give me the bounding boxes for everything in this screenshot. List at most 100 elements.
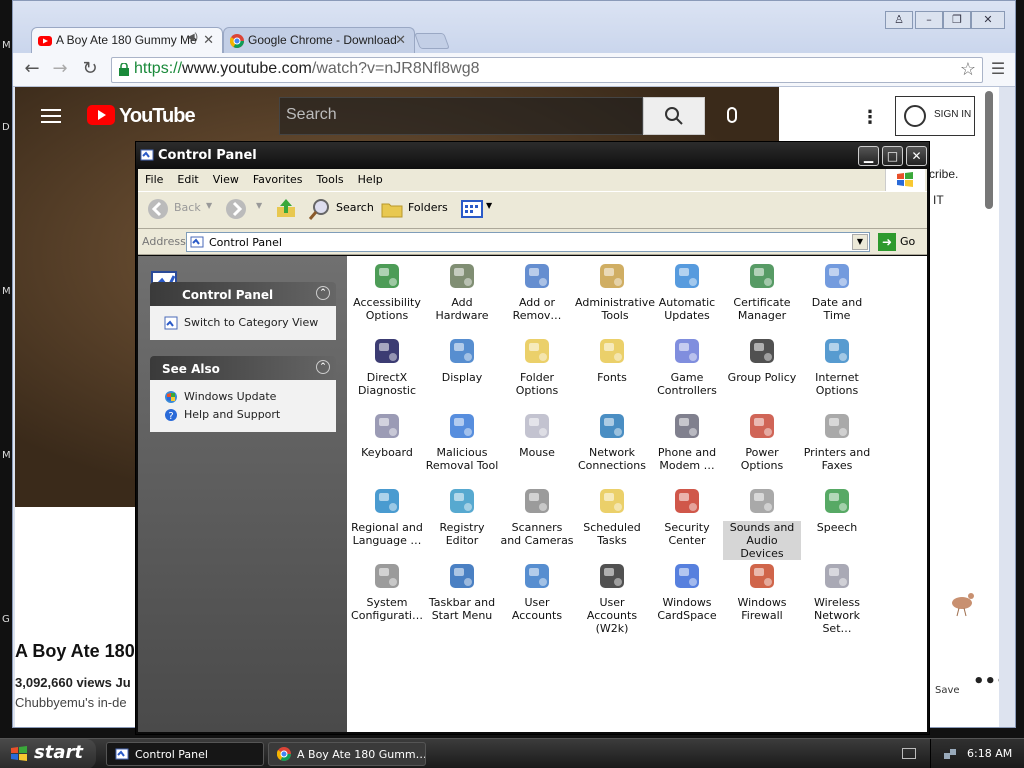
control-panel-item[interactable]: Folder Options (498, 335, 576, 397)
control-panel-item[interactable]: Security Center (648, 485, 726, 547)
forward-dropdown-icon[interactable]: ▼ (256, 201, 262, 210)
search-button[interactable] (643, 97, 705, 135)
control-panel-item[interactable]: System Configurati… (348, 560, 426, 622)
close-window-button[interactable]: ✕ (971, 11, 1005, 29)
bookmark-star-icon[interactable]: ☆ (960, 59, 976, 80)
profile-icon[interactable]: ♙ (885, 11, 913, 29)
menu-edit[interactable]: Edit (170, 169, 205, 190)
menu-file[interactable]: File (138, 169, 170, 190)
control-panel-item[interactable]: Display (423, 335, 501, 384)
panel-header[interactable]: See Also ⌃ (150, 356, 336, 380)
control-panel-item[interactable]: Fonts (573, 335, 651, 384)
title-bar[interactable]: Control Panel ▁ □ ✕ (136, 142, 929, 169)
control-panel-item[interactable]: Windows Firewall (723, 560, 801, 622)
clock[interactable]: 6:18 AM (967, 747, 1012, 760)
taskbar-start-icon (446, 560, 478, 592)
maximize-button[interactable]: □ (882, 146, 903, 166)
menu-help[interactable]: Help (351, 169, 390, 190)
search-button[interactable]: Search (336, 201, 374, 214)
back-arrow-icon[interactable]: ← (21, 59, 43, 81)
folders-button[interactable]: Folders (408, 201, 448, 214)
control-panel-item[interactable]: Scheduled Tasks (573, 485, 651, 547)
control-panel-item[interactable]: Keyboard (348, 410, 426, 459)
page-scrollbar[interactable] (985, 91, 993, 209)
address-dropdown-icon[interactable]: ▼ (852, 234, 868, 250)
control-panel-item[interactable]: DirectX Diagnostic (348, 335, 426, 397)
menu-favorites[interactable]: Favorites (246, 169, 310, 190)
control-panel-item[interactable]: Registry Editor (423, 485, 501, 547)
close-tab-icon[interactable]: ✕ (395, 32, 406, 48)
minimize-button[interactable]: ▁ (858, 146, 879, 166)
youtube-logo-icon[interactable] (87, 105, 115, 125)
start-button[interactable]: start (0, 739, 96, 768)
reload-icon[interactable]: ↻ (79, 59, 101, 81)
microphone-icon[interactable] (727, 107, 737, 123)
security-center-icon (671, 485, 703, 517)
control-panel-item[interactable]: Internet Options (798, 335, 876, 397)
control-panel-item[interactable]: Network Connections (573, 410, 651, 472)
control-panel-item[interactable]: Game Controllers (648, 335, 726, 397)
control-panel-item[interactable]: Power Options (723, 410, 801, 472)
control-panel-item[interactable]: Accessibility Options (348, 260, 426, 322)
back-dropdown-icon[interactable]: ▼ (206, 201, 212, 210)
search-input[interactable]: Search (279, 97, 643, 135)
back-button[interactable]: Back (174, 201, 201, 214)
new-tab-button[interactable] (414, 33, 450, 49)
control-panel-item[interactable]: Phone and Modem … (648, 410, 726, 472)
network-tray-icon[interactable] (943, 747, 957, 761)
taskbar-button-chrome[interactable]: A Boy Ate 180 Gumm… (268, 742, 426, 766)
control-panel-item[interactable]: Group Policy (723, 335, 801, 384)
search-icon (308, 199, 329, 220)
menu-view[interactable]: View (206, 169, 246, 190)
control-panel-item[interactable]: Malicious Removal Tool (423, 410, 501, 472)
control-panel-item[interactable]: Add Hardware (423, 260, 501, 322)
close-tab-icon[interactable]: ✕ (203, 32, 214, 48)
control-panel-item[interactable]: Speech (798, 485, 876, 534)
forward-icon[interactable] (224, 197, 248, 221)
folders-icon (381, 203, 403, 218)
control-panel-item[interactable]: Scanners and Cameras (498, 485, 576, 547)
collapse-chevron-icon[interactable]: ⌃ (316, 360, 330, 374)
sign-in-button[interactable]: SIGN IN (895, 96, 975, 136)
more-actions-icon[interactable]: ••• (973, 671, 999, 692)
close-button[interactable]: ✕ (906, 146, 927, 166)
tab-chrome-download[interactable]: Google Chrome - Download ✕ (223, 27, 415, 53)
control-panel-item[interactable]: Sounds and Audio Devices (723, 485, 801, 560)
menu-tools[interactable]: Tools (310, 169, 351, 190)
control-panel-item[interactable]: User Accounts (W2k) (573, 560, 651, 635)
control-panel-item[interactable]: Wireless Network Set… (798, 560, 876, 635)
control-panel-item[interactable]: Printers and Faxes (798, 410, 876, 472)
tab-youtube[interactable]: A Boy Ate 180 Gummy Me ◀) ✕ (31, 27, 223, 53)
control-panel-item[interactable]: Automatic Updates (648, 260, 726, 322)
control-panel-item[interactable]: Regional and Language … (348, 485, 426, 547)
more-options-icon[interactable]: ⋮ (861, 107, 879, 128)
control-panel-item[interactable]: Administrative Tools (573, 260, 655, 322)
up-folder-icon[interactable] (274, 197, 298, 221)
control-panel-item[interactable]: Add or Remov… (498, 260, 576, 322)
restore-button[interactable]: ❐ (943, 11, 971, 29)
control-panel-item[interactable]: Certificate Manager (723, 260, 801, 322)
address-input[interactable]: Control Panel ▼ (186, 232, 870, 252)
address-bar[interactable]: https://www.youtube.com/watch?v=nJR8Nfl8… (111, 57, 983, 83)
forward-arrow-icon[interactable]: → (49, 59, 71, 81)
views-icon[interactable] (460, 197, 484, 221)
go-button[interactable]: ➜ Go (878, 233, 915, 251)
control-panel-item[interactable]: Date and Time (798, 260, 876, 322)
switch-to-category-view-link[interactable]: Switch to Category View (162, 314, 336, 332)
chrome-menu-icon[interactable]: ☰ (987, 59, 1009, 81)
views-dropdown-icon[interactable]: ▼ (486, 201, 492, 210)
collapse-chevron-icon[interactable]: ⌃ (316, 286, 330, 300)
help-and-support-link[interactable]: ? Help and Support (162, 406, 336, 424)
control-panel-item[interactable]: Mouse (498, 410, 576, 459)
windows-update-link[interactable]: Windows Update (162, 388, 336, 406)
control-panel-item[interactable]: Taskbar and Start Menu (423, 560, 501, 622)
taskbar-button-control-panel[interactable]: Control Panel (106, 742, 264, 766)
panel-header[interactable]: Control Panel ⌃ (150, 282, 336, 306)
control-panel-item[interactable]: Windows CardSpace (648, 560, 726, 622)
minimize-button[interactable]: – (915, 11, 943, 29)
keyboard-tray-icon[interactable] (902, 748, 916, 759)
save-button[interactable]: Save (935, 685, 960, 696)
hamburger-menu-icon[interactable] (41, 109, 61, 123)
control-panel-item[interactable]: User Accounts (498, 560, 576, 622)
url-scheme: https:// (134, 60, 183, 77)
